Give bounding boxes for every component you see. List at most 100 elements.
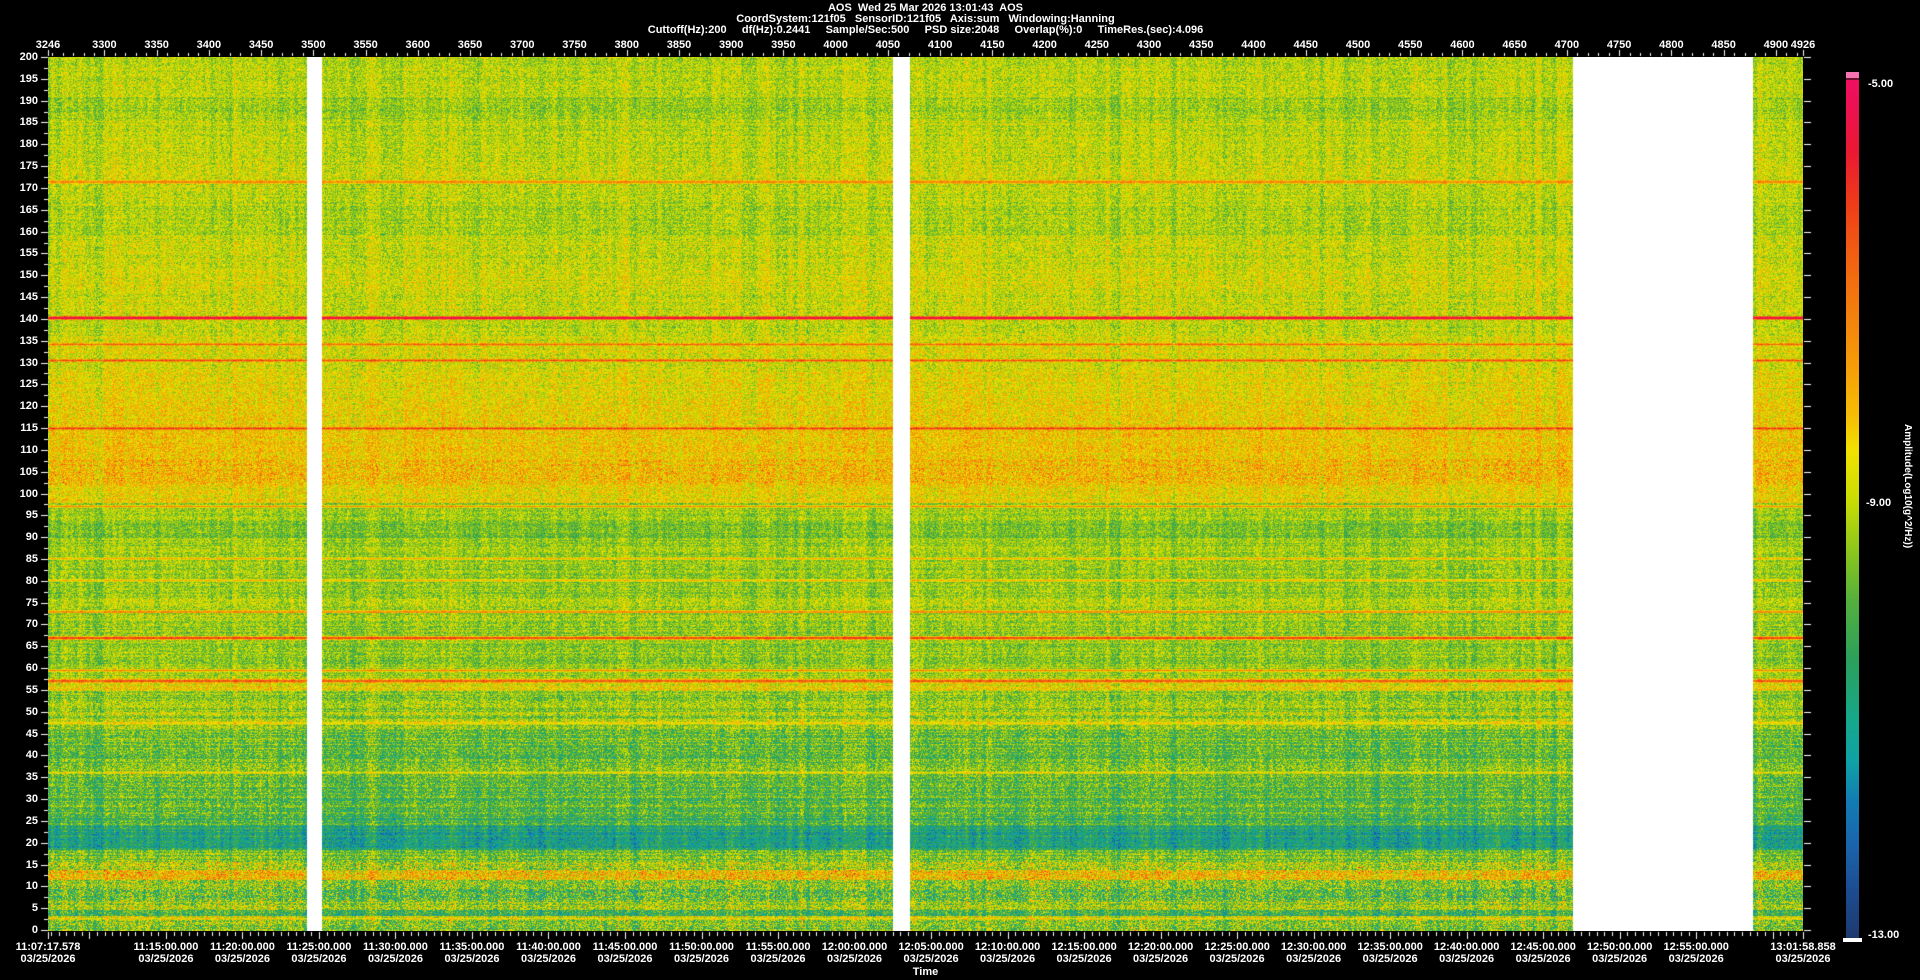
freq-axis-label: 135: [19, 334, 38, 347]
spectrogram-canvas[interactable]: [48, 57, 1803, 931]
freq-axis-label: 75: [25, 596, 38, 609]
date-text: 03/25/2026: [750, 953, 806, 965]
time-axis-label: 11:55:00.000 03/25/2026: [746, 941, 811, 965]
date-text: 03/25/2026: [20, 953, 76, 965]
time-text: 12:20:00.000: [1127, 941, 1194, 953]
time-text: 12:55:00.000: [1663, 941, 1729, 953]
time-text: 12:30:00.000: [1280, 941, 1347, 953]
colorbar-label-min: -13.00: [1868, 929, 1900, 941]
freq-axis-label: 45: [25, 727, 38, 740]
record-axis-label: 3450: [248, 39, 274, 51]
record-axis-label: 4600: [1450, 39, 1475, 51]
record-axis-label: 3600: [405, 39, 431, 51]
time-text: 12:05:00.000: [898, 941, 964, 953]
date-text: 03/25/2026: [1668, 953, 1724, 965]
time-text: 11:15:00.000: [133, 941, 199, 953]
freq-axis-label: 110: [20, 443, 38, 456]
time-axis-label: 11:35:00.000 03/25/2026: [440, 941, 505, 965]
date-text: 03/25/2026: [138, 953, 194, 965]
date-text: 03/25/2026: [444, 953, 500, 965]
time-axis-label: 12:25:00.000 03/25/2026: [1204, 941, 1269, 965]
record-axis-label: 3550: [353, 39, 378, 51]
time-axis-label: 12:40:00.000 03/25/2026: [1434, 941, 1499, 965]
record-axis-label: 4850: [1711, 39, 1736, 51]
time-text: 12:00:00.000: [821, 941, 888, 953]
freq-axis-label: 10: [25, 880, 38, 893]
colorbar-gradient: [1846, 80, 1859, 938]
date-text: 03/25/2026: [1133, 953, 1189, 965]
date-text: 03/25/2026: [826, 953, 883, 965]
record-axis-label: 4300: [1136, 39, 1162, 51]
record-axis-label: 4100: [927, 39, 953, 51]
freq-axis-label: 170: [19, 181, 38, 194]
time-axis-label: 11:20:00.000 03/25/2026: [210, 941, 275, 965]
time-axis-label: 12:50:00.000 03/25/2026: [1587, 941, 1652, 965]
freq-axis-label: 195: [19, 72, 38, 85]
time-axis-label: 13:01:58.858 03/25/2026: [1770, 941, 1835, 965]
time-text: 12:50:00.000: [1586, 941, 1653, 953]
freq-axis-label: 180: [19, 138, 38, 151]
time-text: 11:55:00.000: [745, 941, 811, 953]
time-axis-label: 11:40:00.000 03/25/2026: [516, 941, 581, 965]
record-axis-label: 4500: [1345, 39, 1371, 51]
record-axis-label: 4900: [1763, 39, 1789, 51]
record-axis-label: 4050: [875, 39, 901, 51]
time-text: 11:45:00.000: [592, 941, 658, 953]
date-text: 03/25/2026: [903, 953, 959, 965]
time-text: 12:40:00.000: [1433, 941, 1500, 953]
freq-axis-label: 200: [19, 51, 38, 63]
record-axis-label: 4250: [1084, 39, 1110, 51]
record-axis-label: 4700: [1554, 39, 1580, 51]
time-axis-label: 12:00:00.000 03/25/2026: [822, 941, 887, 965]
date-text: 03/25/2026: [1209, 953, 1265, 965]
freq-axis-label: 55: [25, 683, 38, 696]
time-axis-label: 11:30:00.000 03/25/2026: [363, 941, 428, 965]
time-text: 11:50:00.000: [669, 941, 734, 953]
freq-axis-label: 40: [25, 749, 38, 762]
record-axis-label: 4550: [1397, 39, 1423, 51]
record-axis-label: 4450: [1293, 39, 1318, 51]
record-axis-label: 4400: [1241, 39, 1266, 51]
record-axis-label: 4150: [980, 39, 1005, 51]
time-axis-label: 11:25:00.000 03/25/2026: [287, 941, 352, 965]
record-axis-label: 3700: [510, 39, 535, 51]
date-text: 03/25/2026: [1592, 953, 1648, 965]
freq-axis-label: 175: [19, 160, 38, 173]
time-text: 11:25:00.000: [286, 941, 352, 953]
record-axis-label: 3400: [196, 39, 222, 51]
time-text: 12:10:00.000: [974, 941, 1041, 953]
freq-axis-label: 125: [19, 378, 38, 391]
colorbar-underline: [1843, 938, 1862, 942]
time-axis-label: 12:45:00.000 03/25/2026: [1510, 941, 1575, 965]
time-axis-label: 11:15:00.000 03/25/2026: [134, 941, 199, 965]
time-axis-label: 12:10:00.000 03/25/2026: [975, 941, 1040, 965]
record-axis-label: 3900: [718, 39, 744, 51]
date-text: 03/25/2026: [1056, 953, 1112, 965]
time-axis-label: 12:20:00.000 03/25/2026: [1128, 941, 1193, 965]
freq-axis-label: 95: [25, 509, 38, 522]
freq-axis-label: 70: [25, 618, 38, 631]
record-axis-label: 3246: [35, 39, 61, 51]
date-text: 03/25/2026: [1775, 953, 1831, 965]
freq-axis-label: 165: [19, 203, 38, 216]
freq-axis-label: 50: [25, 705, 38, 718]
freq-axis-label: 105: [19, 465, 38, 478]
freq-axis-label: 15: [25, 858, 38, 871]
time-text: 12:15:00.000: [1051, 941, 1117, 953]
time-text: 11:30:00.000: [363, 941, 428, 953]
freq-axis-label: 85: [25, 552, 38, 565]
record-axis-label: 3800: [614, 39, 639, 51]
freq-axis-label: 65: [25, 640, 38, 653]
freq-axis-label: 130: [19, 356, 38, 369]
record-axis-label: 3300: [92, 39, 117, 51]
record-axis-label: 3950: [771, 39, 796, 51]
record-axis-label: 4350: [1189, 39, 1214, 51]
freq-axis-label: 160: [19, 225, 38, 238]
record-axis-label: 3750: [562, 39, 587, 51]
colorbar-label-max: -5.00: [1868, 78, 1894, 90]
record-axis-label: 4650: [1502, 39, 1527, 51]
freq-axis-label: 60: [25, 662, 38, 675]
freq-axis-label: 90: [25, 531, 38, 544]
date-text: 03/25/2026: [980, 953, 1036, 965]
freq-axis-label: 155: [19, 247, 38, 260]
